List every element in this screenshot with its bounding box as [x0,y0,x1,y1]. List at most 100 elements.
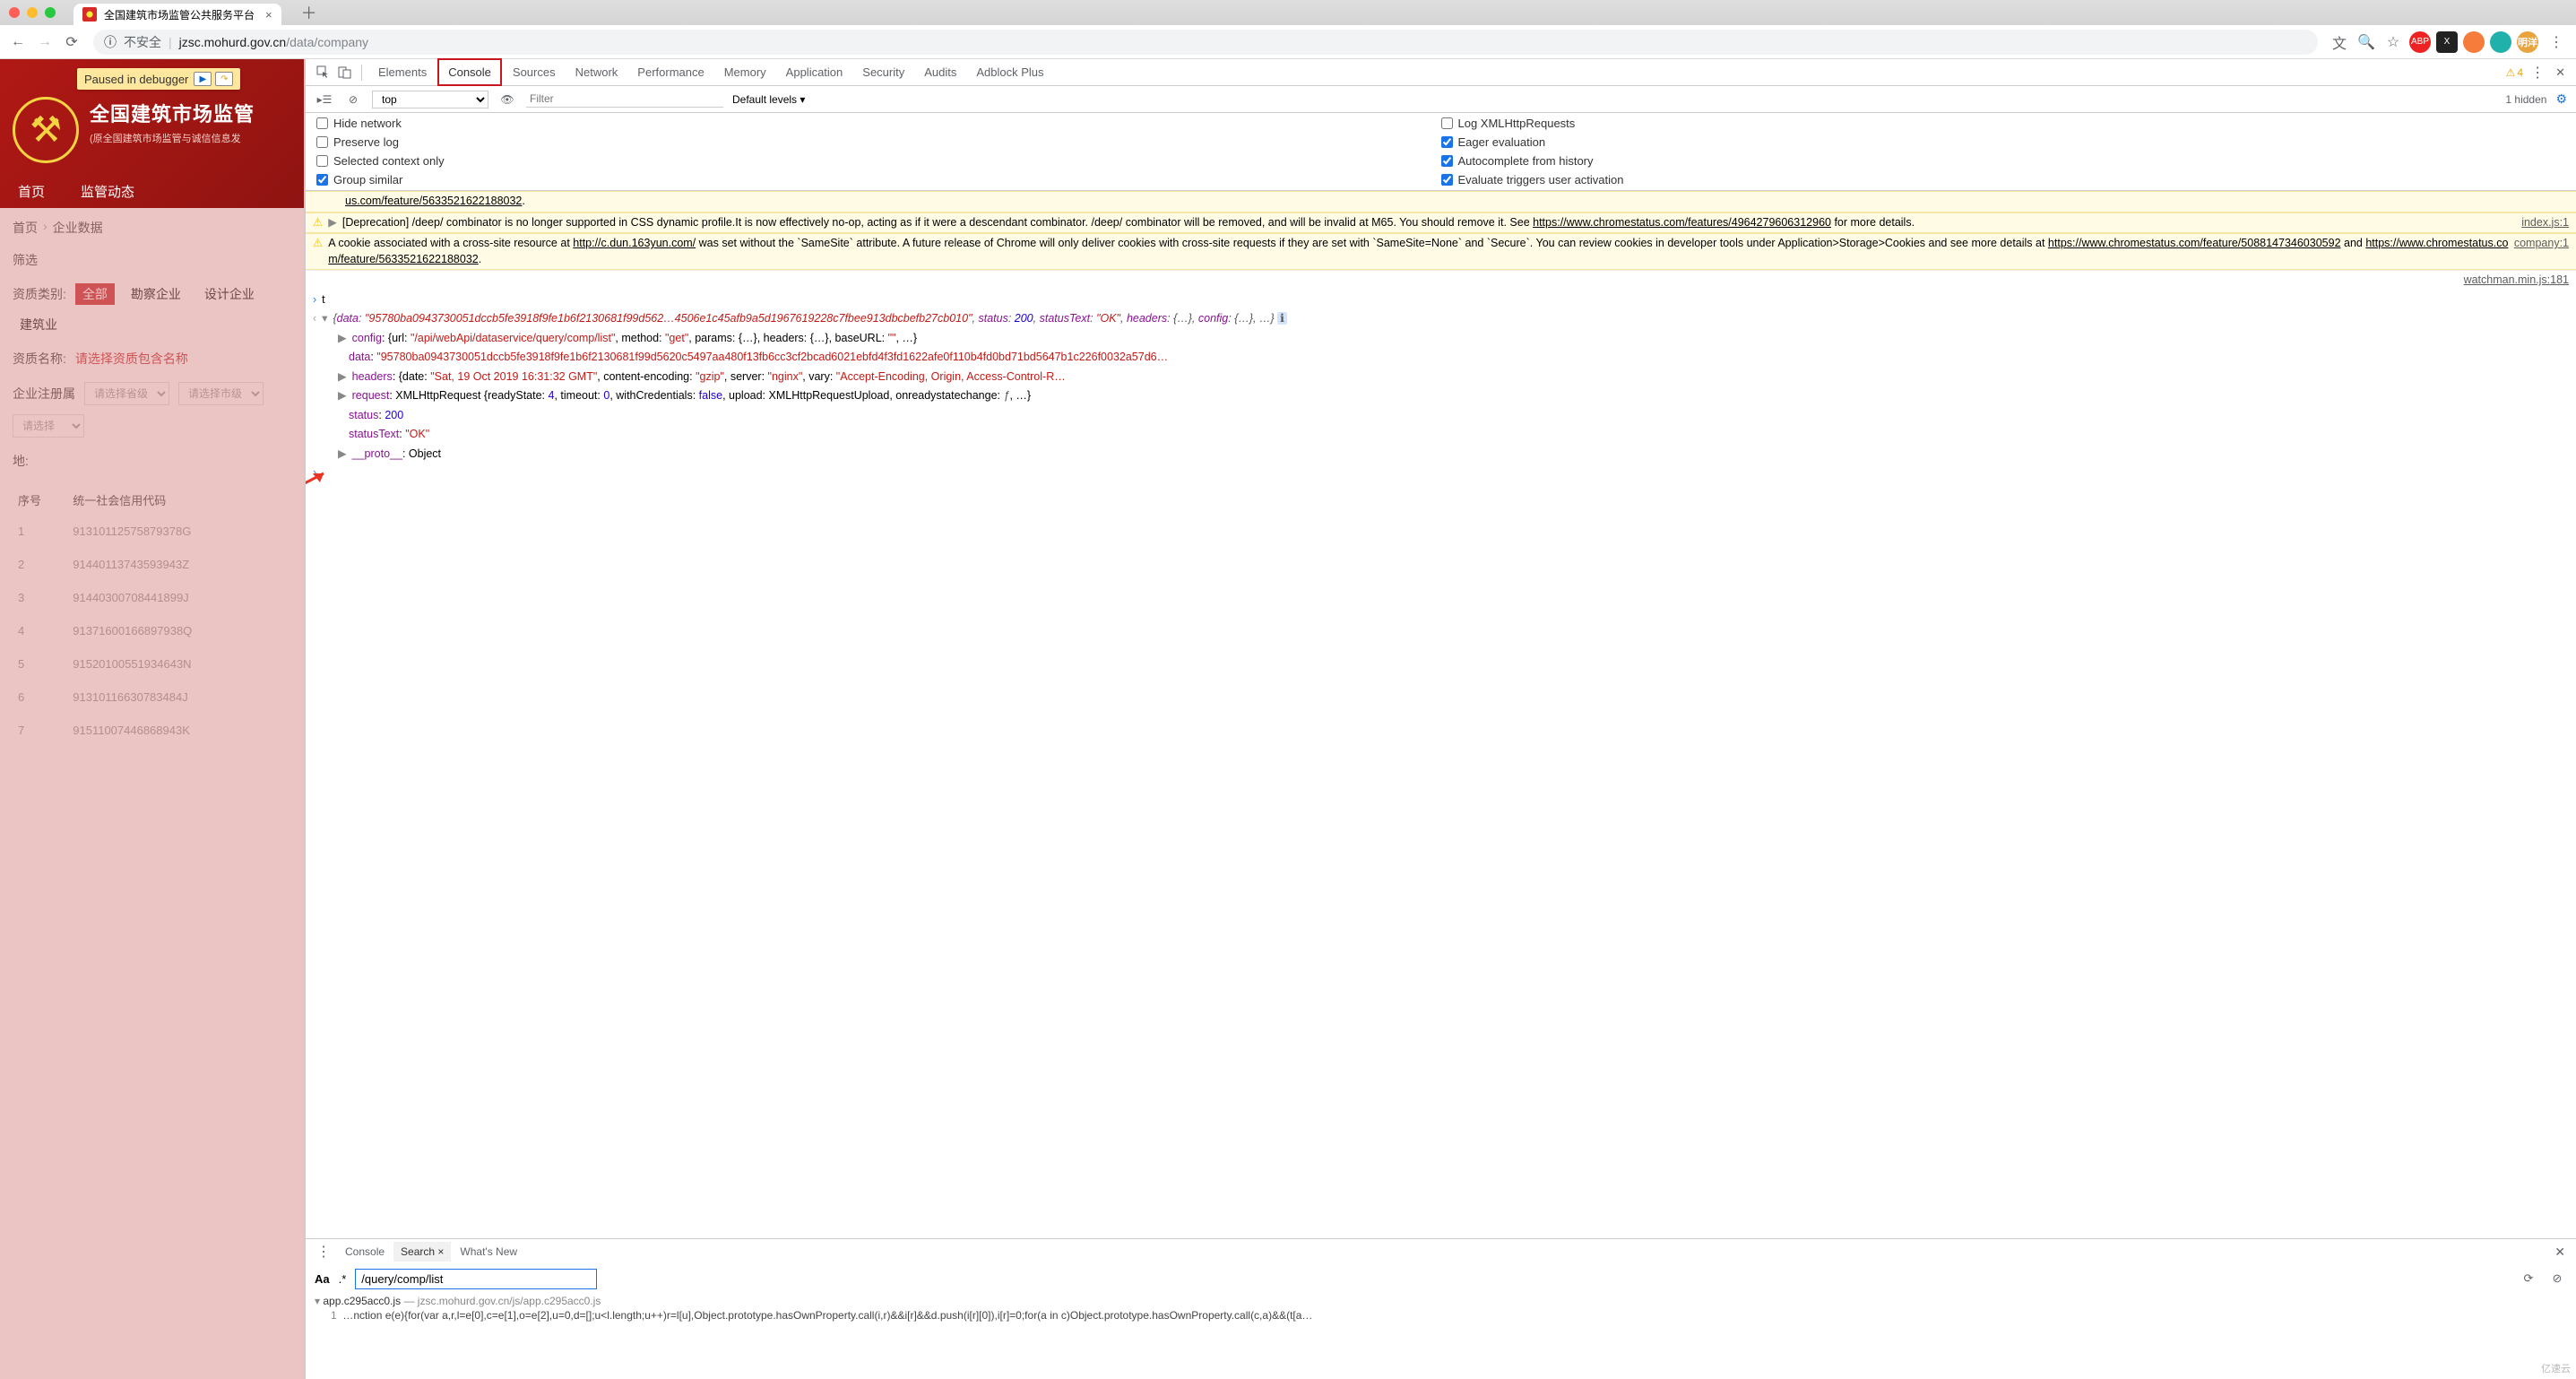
opt-preserve-log[interactable]: Preserve log [316,135,1441,149]
security-warning: 不安全 [124,33,161,51]
profile-avatar[interactable]: 明洋 [2517,31,2538,53]
opt-group-similar[interactable]: Group similar [316,173,1441,186]
back-button[interactable]: ← [7,31,29,53]
drawer-menu-icon[interactable]: ⋮ [311,1243,336,1261]
opt-hide-network[interactable]: Hide network [316,117,1441,130]
console-filter-input[interactable] [526,91,723,108]
ext-teal-icon[interactable] [2490,31,2511,53]
expand-icon[interactable]: ▶ [338,447,347,463]
tab-application[interactable]: Application [777,60,852,84]
opt-autocomplete[interactable]: Autocomplete from history [1441,154,2566,168]
bookmark-icon[interactable]: ☆ [2382,31,2404,53]
site-favicon [82,7,97,22]
browser-menu-icon[interactable]: ⋮ [2544,33,2569,51]
search-result-line[interactable]: 1 …nction e(e){for(var a,r,l=e[0],c=e[1]… [315,1307,2567,1323]
zoom-icon[interactable]: 🔍 [2356,31,2377,53]
close-search-icon[interactable]: × [437,1245,444,1258]
regex-toggle[interactable]: .* [339,1272,347,1286]
devtools-panel: Elements Console Sources Network Perform… [305,59,2576,1379]
console-play-icon[interactable]: ▸☰ [315,90,334,109]
source-link[interactable]: company:1 [2514,236,2569,267]
table-row[interactable]: 591520100551934643N [14,648,290,680]
expand-icon[interactable]: ▶ [328,215,337,231]
expand-icon[interactable]: ▶ [338,331,347,347]
debugger-step-button[interactable]: ↷ [215,72,233,86]
tab-close-icon[interactable]: × [265,8,272,22]
drawer-tab-whatsnew[interactable]: What's New [453,1242,524,1262]
table-row[interactable]: 491371600166897938Q [14,615,290,646]
table-row[interactable]: 791511007446868943K [14,715,290,746]
opt-eval-triggers[interactable]: Evaluate triggers user activation [1441,173,2566,186]
eye-icon[interactable]: 👁 [497,90,517,109]
debugger-resume-button[interactable]: ▶ [194,72,212,86]
reload-button[interactable]: ⟳ [61,31,82,53]
tag-all[interactable]: 全部 [75,283,115,305]
tab-network[interactable]: Network [566,60,627,84]
ext-orange-icon[interactable] [2463,31,2485,53]
devtools-close-icon[interactable]: ✕ [2552,65,2569,80]
expand-icon[interactable]: ▶ [338,369,347,386]
drawer-close-icon[interactable]: ✕ [2549,1245,2571,1260]
nav-home[interactable]: 首页 [18,182,45,201]
translate-icon[interactable]: 文 [2329,31,2350,53]
clear-search-icon[interactable]: ⊘ [2547,1269,2567,1288]
source-link[interactable]: watchman.min.js:181 [2464,273,2569,286]
mac-close[interactable] [9,7,20,18]
refresh-search-icon[interactable]: ⟳ [2519,1269,2538,1288]
device-toolbar-icon[interactable] [334,63,354,82]
province-select[interactable]: 请选择省级 [84,382,169,405]
expand-icon[interactable]: ▶ [338,388,347,404]
address-bar[interactable]: ⓘ 不安全 | jzsc.mohurd.gov.cn/data/company [93,30,2318,55]
console-settings-icon[interactable]: ⚙ [2555,91,2567,107]
adblock-icon[interactable]: ABP [2409,31,2431,53]
tab-sources[interactable]: Sources [504,60,565,84]
breadcrumb-home[interactable]: 首页 [13,219,38,237]
tag-build[interactable]: 建筑业 [13,314,65,335]
match-case-toggle[interactable]: Aa [315,1272,330,1286]
inspect-element-icon[interactable] [313,63,333,82]
warning-count[interactable]: ⚠ 4 [2506,66,2523,79]
devtools-menu-icon[interactable]: ⋮ [2525,64,2550,82]
qual-name-select[interactable]: 请选择资质包含名称 [75,350,188,368]
tab-memory[interactable]: Memory [715,60,775,84]
drawer-tab-search[interactable]: Search × [393,1242,451,1262]
tag-survey[interactable]: 勘察企业 [124,283,188,305]
console-output-icon: ‹ [313,311,316,327]
tab-performance[interactable]: Performance [628,60,713,84]
info-icon[interactable]: ⓘ [104,33,117,51]
city-select[interactable]: 请选择市级 [178,382,264,405]
table-row[interactable]: 391440300708441899J [14,582,290,613]
tab-security[interactable]: Security [853,60,913,84]
context-select[interactable]: top [372,91,488,108]
site-subtitle: (原全国建筑市场监管与诚信信息发 [90,131,255,145]
expand-icon[interactable]: ▾ [322,311,327,327]
log-levels-select[interactable]: Default levels ▾ [732,93,805,106]
mac-min[interactable] [27,7,38,18]
qual-name-label: 资质名称: [13,350,66,368]
source-link[interactable]: index.js:1 [2521,215,2569,231]
browser-tab[interactable]: 全国建筑市场监管公共服务平台 × [73,4,281,25]
nav-trends[interactable]: 监管动态 [81,182,134,201]
tag-design[interactable]: 设计企业 [197,283,262,305]
search-input[interactable] [355,1269,597,1289]
table-row[interactable]: 691310116630783484J [14,681,290,713]
ext-x-icon[interactable]: X [2436,31,2458,53]
tab-audits[interactable]: Audits [915,60,965,84]
opt-eager-eval[interactable]: Eager evaluation [1441,135,2566,149]
opt-log-xhr[interactable]: Log XMLHttpRequests [1441,117,2566,130]
new-tab-button[interactable]: ＋ [301,1,317,24]
console-prompt-icon[interactable]: › [313,465,316,481]
table-row[interactable]: 191310112575879378G [14,516,290,547]
tab-elements[interactable]: Elements [369,60,436,84]
debugger-paused-pill: Paused in debugger ▶ ↷ [77,68,240,90]
other-select[interactable]: 请选择 [13,414,84,438]
drawer-tab-console[interactable]: Console [338,1242,392,1262]
search-result-file[interactable]: ▾ app.c295acc0.js — jzsc.mohurd.gov.cn/j… [315,1295,2567,1307]
site-title: 全国建筑市场监管 [90,99,255,127]
opt-selected-context[interactable]: Selected context only [316,154,1441,168]
tab-console[interactable]: Console [437,58,502,86]
tab-adblock[interactable]: Adblock Plus [967,60,1052,84]
table-row[interactable]: 291440113743593943Z [14,549,290,580]
clear-console-icon[interactable]: ⊘ [343,90,363,109]
mac-max[interactable] [45,7,56,18]
